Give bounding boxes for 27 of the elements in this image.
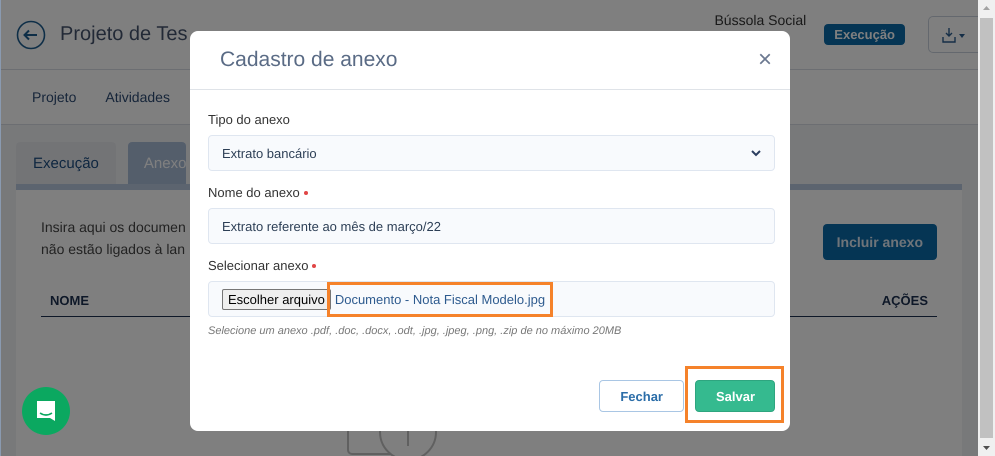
save-button[interactable]: Salvar (695, 380, 775, 412)
download-icon (942, 26, 966, 42)
field-label: Selecionar anexo (208, 258, 308, 273)
nav-link[interactable]: Atividades (105, 89, 170, 105)
field-label: Tipo do anexo (208, 112, 290, 127)
input-field[interactable]: Extrato referente ao mês de março/22 (208, 208, 775, 244)
modal-title: Cadastro de anexo (220, 48, 398, 72)
file-field[interactable]: Escolher arquivo Documento - Nota Fiscal Modelo.jpg (208, 281, 775, 317)
nav-link[interactable]: Projeto (32, 89, 76, 105)
back-icon[interactable] (16, 20, 46, 50)
choose-file-button[interactable]: Escolher arquivo (222, 288, 331, 310)
column-header: AÇÕES (882, 292, 928, 308)
organization-name: Bússola Social (714, 12, 806, 28)
file-name: Documento - Nota Fiscal Modelo.jpg (334, 292, 546, 306)
status-badge: Execução (824, 24, 905, 45)
column-header: NOME (50, 292, 89, 308)
field-label: Nome do anexo (208, 185, 300, 200)
description-text: Insira aqui os documen não estão ligados à lan (41, 218, 186, 259)
add-attachment-button[interactable]: Incluir anexo (822, 224, 937, 260)
chevron-down-icon (751, 150, 761, 156)
tab[interactable]: Execução (16, 142, 116, 184)
hint-text: Selecione um anexo .pdf, .doc, .docx, .odt, .jpg, .jpeg, .png, .zip de no máximo 20MB (208, 325, 622, 337)
chat-icon[interactable] (22, 387, 70, 435)
project-title: Projeto de Tes (60, 23, 188, 46)
scrollbar-thumb[interactable] (980, 18, 993, 438)
close-button[interactable]: Fechar (599, 380, 684, 412)
select-field[interactable]: Extrato bancário (208, 135, 775, 171)
